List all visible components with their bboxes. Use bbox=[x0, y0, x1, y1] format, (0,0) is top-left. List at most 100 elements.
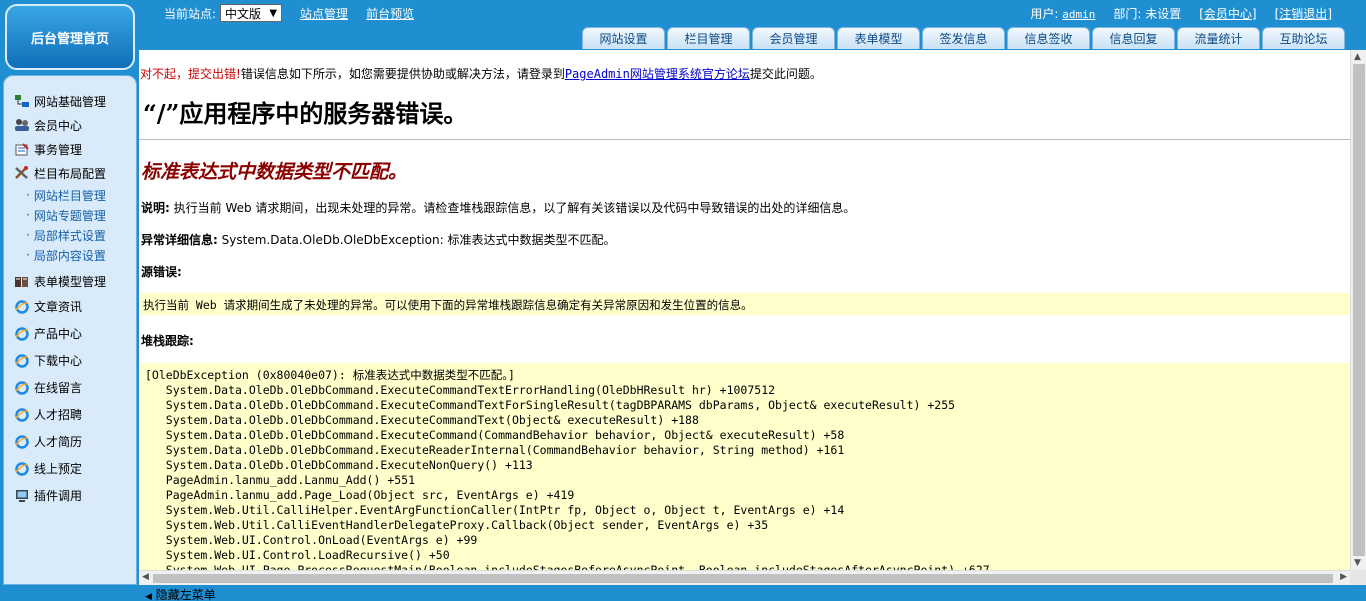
sidebar-subitem-style-settings[interactable]: 局部样式设置 bbox=[4, 225, 136, 245]
computer-icon bbox=[14, 489, 30, 503]
logout-label: 注销退出 bbox=[1279, 6, 1328, 21]
error-notice: 对不起，提交出错!错误信息如下所示，如您需要提供协助或解决方法，请登录到Page… bbox=[140, 65, 822, 82]
sidebar-item-label: 会员中心 bbox=[34, 118, 83, 133]
ie-icon bbox=[14, 434, 30, 449]
notice-text: 错误信息如下所示，如您需要提供协助或解决方法，请登录到 bbox=[240, 67, 565, 81]
sidebar-item-column-layout[interactable]: 栏目布局配置 bbox=[4, 161, 136, 185]
stack-trace-line: System.Data.OleDb.OleDbCommand.ExecuteCo… bbox=[145, 428, 845, 442]
stack-trace-line: PageAdmin.lanmu_add.Lanmu_Add() +551 bbox=[145, 473, 416, 487]
home-button[interactable]: 后台管理首页 bbox=[5, 4, 135, 70]
site-select[interactable]: 中文版 ▼ bbox=[220, 4, 283, 22]
stack-trace-line: System.Data.OleDb.OleDbCommand.ExecuteCo… bbox=[145, 383, 776, 397]
sidebar-item-articles[interactable]: 文章资讯 bbox=[4, 293, 136, 320]
site-label: 当前站点: bbox=[164, 6, 217, 21]
sidebar-item-downloads[interactable]: 下载中心 bbox=[4, 347, 136, 374]
sidebar-item-label: 事务管理 bbox=[34, 142, 83, 157]
tasks-icon bbox=[14, 142, 30, 156]
sidebar-subitem-content-settings[interactable]: 局部内容设置 bbox=[4, 245, 136, 265]
site-selector-row: 当前站点: 中文版 ▼ 站点管理 前台预览 bbox=[164, 3, 414, 23]
description-line: 说明: 执行当前 Web 请求期间，出现未处理的异常。请检查堆栈跟踪信息，以了解… bbox=[141, 199, 855, 216]
stack-trace-line: System.Data.OleDb.OleDbCommand.ExecuteNo… bbox=[145, 458, 533, 472]
sidebar-item-plugins[interactable]: 插件调用 bbox=[4, 482, 136, 509]
sidebar-item-label: 线上预定 bbox=[34, 462, 83, 476]
page-title: “/”应用程序中的服务器错误。 bbox=[143, 99, 468, 128]
site-manage-link[interactable]: 站点管理 bbox=[300, 5, 348, 22]
source-error-label: 源错误: bbox=[141, 265, 182, 279]
user-row: 用户: admin 部门: 未设置 [会员中心] [注销退出] bbox=[1030, 3, 1332, 23]
sidebar-item-products[interactable]: 产品中心 bbox=[4, 320, 136, 347]
front-preview-link[interactable]: 前台预览 bbox=[366, 5, 414, 22]
sidebar-item-label: 文章资讯 bbox=[34, 300, 83, 314]
exception-label: 异常详细信息: bbox=[141, 233, 218, 247]
top-bar: 当前站点: 中文版 ▼ 站点管理 前台预览 用户: admin 部门: 未设置 … bbox=[0, 0, 1366, 50]
scroll-thumb[interactable] bbox=[1353, 64, 1365, 556]
scroll-left-icon[interactable]: ◀ bbox=[142, 572, 149, 582]
stack-trace-label: 堆栈跟踪: bbox=[141, 334, 194, 348]
sidebar-item-label: 表单模型管理 bbox=[34, 274, 107, 289]
error-page-content: 对不起，提交出错!错误信息如下所示，如您需要提供协助或解决方法，请登录到Page… bbox=[139, 50, 1350, 570]
user-info: 用户: admin bbox=[1030, 5, 1095, 22]
ie-icon bbox=[14, 407, 30, 422]
stack-trace-box: [OleDbException (0x80040e07): 标准表达式中数据类型… bbox=[139, 363, 1350, 570]
tab-forum[interactable]: 互助论坛 bbox=[1262, 27, 1345, 49]
sidebar-item-member-center[interactable]: 会员中心 bbox=[4, 113, 136, 137]
exception-text: System.Data.OleDb.OleDbException: 标准表达式中… bbox=[221, 233, 616, 247]
chevron-down-icon: ▼ bbox=[269, 8, 278, 19]
scroll-thumb[interactable] bbox=[153, 574, 1333, 583]
tab-info-reply[interactable]: 信息回复 bbox=[1092, 27, 1175, 49]
sidebar-item-label: 产品中心 bbox=[34, 327, 83, 341]
admin-app: 当前站点: 中文版 ▼ 站点管理 前台预览 用户: admin 部门: 未设置 … bbox=[0, 0, 1366, 601]
horizontal-scrollbar[interactable]: ◀ ▶ bbox=[139, 570, 1350, 585]
description-label: 说明: bbox=[141, 201, 170, 215]
site-select-value: 中文版 bbox=[225, 6, 262, 21]
scroll-up-icon[interactable]: ▲ bbox=[1354, 52, 1361, 62]
exception-line: 异常详细信息: System.Data.OleDb.OleDbException… bbox=[141, 231, 615, 248]
sidebar-item-resumes[interactable]: 人才简历 bbox=[4, 428, 136, 455]
sidebar-item-label: 网站基础管理 bbox=[34, 94, 107, 109]
department-text: 部门: 未设置 bbox=[1113, 6, 1182, 21]
scroll-down-icon[interactable]: ▼ bbox=[1354, 558, 1361, 568]
ie-icon bbox=[14, 380, 30, 395]
member-center-link[interactable]: [会员中心] bbox=[1199, 5, 1256, 22]
sidebar-item-form-model[interactable]: 表单模型管理 bbox=[4, 269, 136, 293]
sidebar-item-messages[interactable]: 在线留言 bbox=[4, 374, 136, 401]
sidebar-item-site-basic[interactable]: 网站基础管理 bbox=[4, 89, 136, 113]
hide-menu-label: 隐藏左菜单 bbox=[155, 588, 216, 601]
stack-trace-line: System.Web.Util.CalliHelper.EventArgFunc… bbox=[145, 503, 845, 517]
logout-link[interactable]: [注销退出] bbox=[1275, 5, 1332, 22]
notice-red-text: 对不起，提交出错! bbox=[140, 67, 241, 81]
user-name-link[interactable]: admin bbox=[1062, 8, 1095, 21]
tab-site-settings[interactable]: 网站设置 bbox=[582, 27, 665, 49]
top-tabs: 网站设置 栏目管理 会员管理 表单模型 签发信息 信息签收 信息回复 流量统计 … bbox=[582, 27, 1345, 49]
source-error-label-line: 源错误: bbox=[141, 263, 182, 280]
sidebar-item-label: 人才招聘 bbox=[34, 408, 83, 422]
tree-icon bbox=[14, 94, 30, 108]
sidebar-item-affairs[interactable]: 事务管理 bbox=[4, 137, 136, 161]
error-heading: 标准表达式中数据类型不匹配。 bbox=[141, 161, 408, 183]
hide-menu-button[interactable]: ◀ 隐藏左菜单 bbox=[145, 586, 216, 601]
tools-icon bbox=[14, 166, 30, 180]
vertical-scrollbar[interactable]: ▲ ▼ bbox=[1350, 50, 1366, 570]
tab-issue-info[interactable]: 签发信息 bbox=[922, 27, 1005, 49]
forum-link[interactable]: PageAdmin网站管理系统官方论坛 bbox=[565, 67, 750, 81]
stack-trace-line: System.Data.OleDb.OleDbCommand.ExecuteCo… bbox=[145, 398, 956, 412]
sidebar-item-label: 栏目布局配置 bbox=[34, 166, 107, 181]
book-icon bbox=[14, 274, 30, 288]
sidebar: 网站基础管理 会员中心 事务管理 栏目布局配置 网站栏目管理 网站专题管理 局部… bbox=[3, 75, 137, 585]
sidebar-subitem-column-manage[interactable]: 网站栏目管理 bbox=[4, 185, 136, 205]
description-text: 执行当前 Web 请求期间，出现未处理的异常。请检查堆栈跟踪信息，以了解有关该错… bbox=[173, 201, 856, 215]
bottom-bar: ◀ 隐藏左菜单 bbox=[139, 585, 1366, 601]
sidebar-item-recruitment[interactable]: 人才招聘 bbox=[4, 401, 136, 428]
tab-member-manage[interactable]: 会员管理 bbox=[752, 27, 835, 49]
sidebar-item-label: 下载中心 bbox=[34, 354, 83, 368]
divider bbox=[139, 139, 1350, 140]
tab-info-receive[interactable]: 信息签收 bbox=[1007, 27, 1090, 49]
scroll-right-icon[interactable]: ▶ bbox=[1340, 572, 1347, 582]
tab-traffic-stats[interactable]: 流量统计 bbox=[1177, 27, 1260, 49]
sidebar-subitem-topic-manage[interactable]: 网站专题管理 bbox=[4, 205, 136, 225]
tab-form-model[interactable]: 表单模型 bbox=[837, 27, 920, 49]
sidebar-item-reservations[interactable]: 线上预定 bbox=[4, 455, 136, 482]
tab-column-manage[interactable]: 栏目管理 bbox=[667, 27, 750, 49]
stack-trace-label-line: 堆栈跟踪: bbox=[141, 332, 194, 349]
stack-trace-line: System.Web.Util.CalliEventHandlerDelegat… bbox=[145, 518, 769, 532]
